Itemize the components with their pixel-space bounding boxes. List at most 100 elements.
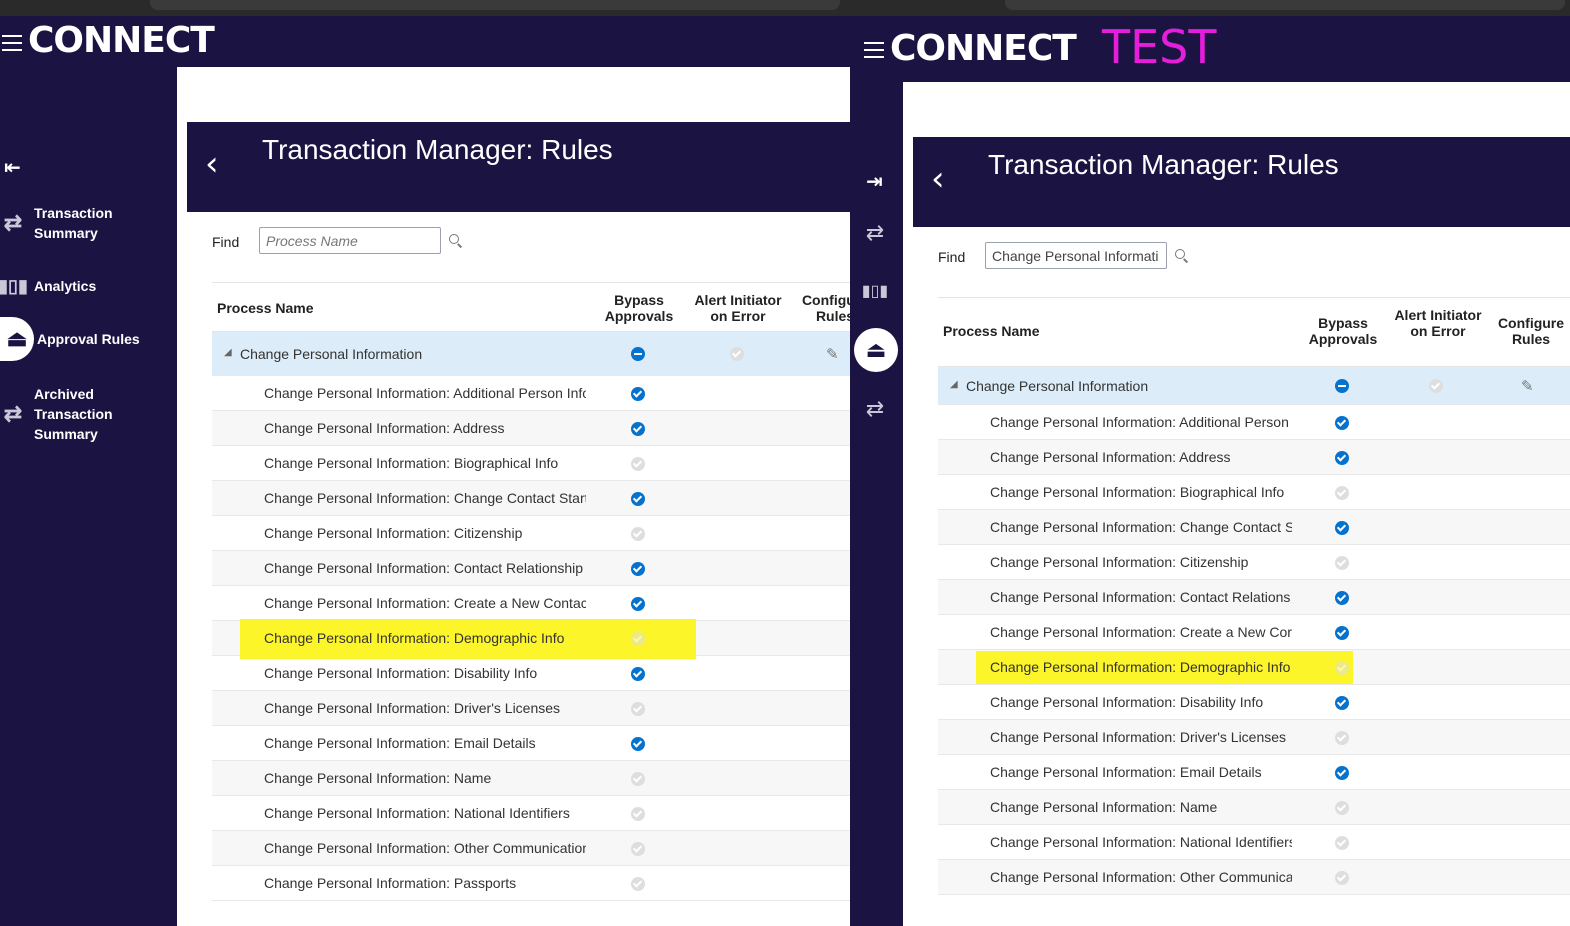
table-row[interactable]: Change Personal Information: Contact Rel…: [938, 580, 1570, 615]
col-bypass-approvals[interactable]: Bypass Approvals: [600, 292, 678, 324]
collapse-sidebar-icon[interactable]: ⇤: [4, 155, 21, 179]
bypass-status-icon[interactable]: [1335, 625, 1349, 640]
bypass-status-icon[interactable]: [1335, 835, 1349, 850]
table-row[interactable]: Change Personal Information: Address: [938, 440, 1570, 475]
bypass-status-icon[interactable]: [631, 771, 645, 786]
bypass-status-icon[interactable]: [1335, 485, 1349, 500]
table-row[interactable]: Change Personal Information: Other Commu…: [212, 831, 850, 866]
table-row[interactable]: Change Personal Information: Name: [938, 790, 1570, 825]
bypass-status-icon[interactable]: [1335, 800, 1349, 815]
table-row[interactable]: Change Personal Information: National Id…: [212, 796, 850, 831]
table-row[interactable]: Change Personal Information: Disability …: [938, 685, 1570, 720]
table-header: Process Name Bypass Approvals Alert Init…: [938, 297, 1570, 367]
bypass-status-icon[interactable]: [1335, 660, 1349, 675]
bypass-status-icon[interactable]: [1335, 555, 1349, 570]
transfer-arrows-icon[interactable]: ⇄: [862, 220, 888, 246]
back-arrow-icon[interactable]: ‹: [205, 144, 219, 184]
table-row[interactable]: Change Personal Information: Address: [212, 411, 850, 446]
table-row[interactable]: Change Personal Information: Email Detai…: [212, 726, 850, 761]
col-alert-initiator[interactable]: Alert Initiator on Error: [1393, 307, 1483, 339]
nav-item-archived-transaction-summary[interactable]: ⇄ Archived Transaction Summary: [0, 384, 134, 444]
table-row[interactable]: Change Personal Information: Biographica…: [212, 446, 850, 481]
table-row[interactable]: Change Personal Information: Additional …: [212, 376, 850, 411]
table-row[interactable]: Change Personal Information: Create a Ne…: [212, 586, 850, 621]
col-configure-rules[interactable]: Configure Rules: [800, 292, 850, 324]
bypass-status-icon[interactable]: [631, 561, 645, 576]
bypass-status-icon[interactable]: [631, 347, 645, 361]
table-row[interactable]: Change Personal Information: Citizenship: [938, 545, 1570, 580]
bypass-status-icon[interactable]: [631, 386, 645, 401]
table-row[interactable]: Change Personal Information: Additional …: [938, 405, 1570, 440]
browser-tab[interactable]: [150, 0, 840, 10]
table-row[interactable]: Change Personal Information: Change Cont…: [938, 510, 1570, 545]
expand-triangle-icon[interactable]: ◢: [224, 347, 232, 358]
bypass-status-icon[interactable]: [1335, 870, 1349, 885]
browser-tab[interactable]: [1005, 0, 1565, 10]
bypass-status-icon[interactable]: [1335, 415, 1349, 430]
table-row[interactable]: Change Personal Information: Driver's Li…: [212, 691, 850, 726]
table-row[interactable]: Change Personal Information: Email Detai…: [938, 755, 1570, 790]
table-row[interactable]: Change Personal Information: Contact Rel…: [212, 551, 850, 586]
col-bypass-approvals[interactable]: Bypass Approvals: [1300, 315, 1386, 347]
analytics-chart-icon[interactable]: ▮▯▮: [862, 278, 888, 304]
bypass-status-icon[interactable]: [1335, 695, 1349, 710]
bypass-status-icon[interactable]: [1335, 765, 1349, 780]
bypass-status-icon[interactable]: [1335, 450, 1349, 465]
bypass-status-icon[interactable]: [631, 736, 645, 751]
bypass-status-icon[interactable]: [1335, 520, 1349, 535]
bypass-status-icon[interactable]: [631, 841, 645, 856]
table-row[interactable]: Change Personal Information: Demographic…: [938, 650, 1570, 685]
page-title: Transaction Manager: Rules: [988, 149, 1339, 180]
bypass-status-icon[interactable]: [1335, 379, 1349, 393]
edit-pencil-icon[interactable]: ✎: [1521, 378, 1537, 394]
process-name-cell: Change Personal Information: Create a Ne…: [264, 595, 586, 611]
nav-item-approval-rules[interactable]: ⏏ Approval Rules: [0, 317, 140, 361]
expand-sidebar-icon[interactable]: ⇥: [866, 169, 883, 193]
table-row[interactable]: Change Personal Information: Disability …: [212, 656, 850, 691]
table-row[interactable]: Change Personal Information: Citizenship: [212, 516, 850, 551]
bypass-status-icon[interactable]: [631, 631, 645, 646]
bypass-status-icon[interactable]: [631, 421, 645, 436]
table-row[interactable]: Change Personal Information: Demographic…: [212, 619, 850, 659]
table-row[interactable]: Change Personal Information: Driver's Li…: [938, 720, 1570, 755]
table-row-parent[interactable]: ◢ Change Personal Information ✎: [212, 332, 850, 376]
bypass-status-icon[interactable]: [631, 666, 645, 681]
find-input[interactable]: [985, 242, 1167, 269]
table-row[interactable]: Change Personal Information: Name: [212, 761, 850, 796]
bypass-status-icon[interactable]: [631, 456, 645, 471]
table-row[interactable]: Change Personal Information: Change Cont…: [212, 481, 850, 516]
approval-rules-icon[interactable]: ⏏: [854, 328, 898, 372]
col-configure-rules[interactable]: Configure Rules: [1490, 315, 1570, 347]
nav-label: Approval Rules: [37, 331, 140, 347]
col-process-name[interactable]: Process Name: [217, 300, 314, 316]
table-row-parent[interactable]: ◢ Change Personal Information ✎: [938, 367, 1570, 405]
bypass-status-icon[interactable]: [631, 491, 645, 506]
nav-item-analytics[interactable]: ▮▯▮ Analytics: [0, 273, 96, 299]
bypass-status-icon[interactable]: [1335, 730, 1349, 745]
bypass-status-icon[interactable]: [1335, 590, 1349, 605]
hamburger-menu-icon[interactable]: [2, 35, 22, 51]
alert-status-icon[interactable]: [1429, 379, 1443, 393]
table-row[interactable]: Change Personal Information: National Id…: [938, 825, 1570, 860]
find-input[interactable]: [259, 227, 441, 254]
table-row[interactable]: Change Personal Information: Create a Ne…: [938, 615, 1570, 650]
table-row[interactable]: Change Personal Information: Biographica…: [938, 475, 1570, 510]
search-icon[interactable]: [449, 234, 463, 248]
nav-item-transaction-summary[interactable]: ⇄ Transaction Summary: [0, 203, 144, 243]
bypass-status-icon[interactable]: [631, 701, 645, 716]
expand-triangle-icon[interactable]: ◢: [950, 379, 958, 390]
table-row[interactable]: Change Personal Information: Other Commu…: [938, 860, 1570, 895]
bypass-status-icon[interactable]: [631, 876, 645, 891]
bypass-status-icon[interactable]: [631, 806, 645, 821]
transfer-arrows-icon[interactable]: ⇄: [862, 396, 888, 422]
search-icon[interactable]: [1175, 249, 1189, 263]
hamburger-menu-icon[interactable]: [864, 42, 884, 58]
edit-pencil-icon[interactable]: ✎: [826, 346, 842, 362]
alert-status-icon[interactable]: [730, 347, 744, 361]
back-arrow-icon[interactable]: ‹: [931, 159, 945, 199]
table-row[interactable]: Change Personal Information: Passports: [212, 866, 850, 901]
col-process-name[interactable]: Process Name: [943, 323, 1040, 339]
col-alert-initiator[interactable]: Alert Initiator on Error: [688, 292, 788, 324]
bypass-status-icon[interactable]: [631, 596, 645, 611]
bypass-status-icon[interactable]: [631, 526, 645, 541]
